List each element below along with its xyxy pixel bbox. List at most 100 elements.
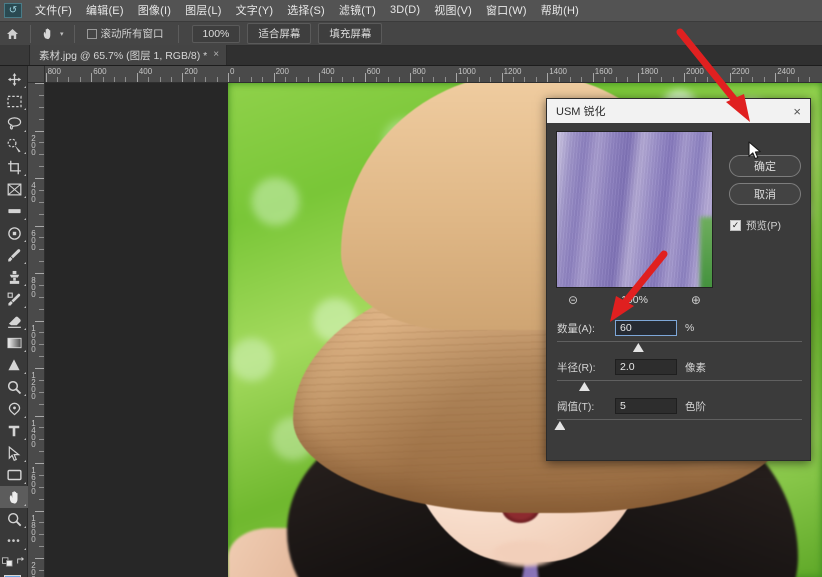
zoom-tool[interactable]	[0, 508, 28, 530]
ok-button[interactable]: 确定	[729, 155, 801, 177]
menu-bar: ↺ 文件(F) 编辑(E) 图像(I) 图层(L) 文字(Y) 选择(S) 滤镜…	[0, 0, 822, 22]
scroll-all-windows-option[interactable]: 滚动所有窗口	[86, 26, 164, 41]
menu-edit[interactable]: 编辑(E)	[79, 0, 131, 21]
tool-corner-indicator	[24, 262, 26, 264]
amount-slider-track[interactable]	[557, 341, 802, 342]
vertical-ruler[interactable]: 200 400 600 800 1000 1200 1400 1600 1800 2000	[28, 83, 45, 577]
tool-corner-indicator	[24, 482, 26, 484]
tool-corner-indicator	[24, 284, 26, 286]
menu-file[interactable]: 文件(F)	[28, 0, 79, 21]
history-brush-tool[interactable]	[0, 288, 28, 310]
marquee-tool[interactable]	[0, 90, 28, 112]
threshold-input[interactable]: 5	[615, 398, 677, 414]
brush-tool[interactable]	[0, 244, 28, 266]
horizontal-ruler[interactable]: 800 600 400 200 0 200 400 600 800 1000 1200 1400 160…	[45, 66, 822, 83]
ruler-tick	[35, 320, 44, 322]
zoom-100-button[interactable]: 100%	[191, 24, 241, 43]
ruler-corner[interactable]	[28, 66, 45, 83]
ruler-tick	[91, 73, 93, 82]
usm-sharpen-dialog[interactable]: USM 锐化 × 确定 取消 ✓ 预览(P) ⊝ 100% ⊕ 数量(A): 6…	[546, 98, 811, 461]
eyedropper-tool[interactable]	[0, 200, 28, 222]
home-icon[interactable]	[0, 28, 24, 40]
tools-panel: •••	[0, 66, 28, 577]
tool-corner-indicator	[24, 240, 26, 242]
quick-selection-tool[interactable]	[0, 134, 28, 156]
ruler-tick	[35, 225, 44, 227]
color-mode-row[interactable]	[0, 552, 28, 570]
options-separator-2	[73, 24, 75, 43]
eraser-tool[interactable]	[0, 310, 28, 332]
menu-view[interactable]: 视图(V)	[427, 0, 479, 21]
menu-type[interactable]: 文字(Y)	[229, 0, 281, 21]
lasso-tool[interactable]	[0, 112, 28, 134]
chevron-down-icon[interactable]: ▾	[60, 30, 64, 38]
more-tools-button[interactable]: •••	[0, 530, 28, 552]
cancel-button[interactable]: 取消	[729, 183, 801, 205]
dodge-tool[interactable]	[0, 376, 28, 398]
ruler-label: 1200	[29, 371, 38, 399]
fill-screen-button[interactable]: 填充屏幕	[318, 23, 383, 44]
ruler-tick	[684, 73, 685, 82]
ruler-tick	[136, 73, 138, 82]
ruler-tick	[35, 558, 44, 559]
clone-stamp-tool[interactable]	[0, 266, 28, 288]
filter-preview[interactable]	[556, 131, 713, 288]
photoshop-logo-icon[interactable]: ↺	[4, 3, 22, 18]
default-colors-icon	[2, 556, 13, 566]
ruler-tick	[35, 415, 44, 417]
radius-slider-handle[interactable]	[578, 382, 590, 391]
path-selection-tool[interactable]	[0, 442, 28, 464]
scroll-all-windows-label: 滚动所有窗口	[100, 28, 164, 40]
menu-filter[interactable]: 滤镜(T)	[332, 0, 383, 21]
frame-tool[interactable]	[0, 178, 28, 200]
ruler-tick	[35, 130, 44, 132]
shape-tool[interactable]	[0, 464, 28, 486]
preview-option[interactable]: ✓ 预览(P)	[730, 218, 781, 233]
ruler-label: 1600	[29, 466, 38, 494]
color-swatches[interactable]	[0, 572, 28, 577]
ruler-label: 800	[29, 276, 38, 297]
menu-layer[interactable]: 图层(L)	[178, 0, 228, 21]
dialog-title-bar: USM 锐化 ×	[547, 99, 810, 123]
threshold-slider-handle[interactable]	[554, 421, 566, 430]
ruler-label: 2400	[777, 67, 795, 76]
scroll-all-windows-checkbox[interactable]	[86, 28, 97, 39]
blur-tool[interactable]	[0, 354, 28, 376]
gradient-tool[interactable]	[0, 332, 28, 354]
document-tab[interactable]: 素材.jpg @ 65.7% (图层 1, RGB/8) * ×	[30, 45, 228, 65]
hand-tool-icon[interactable]	[37, 24, 59, 44]
zoom-out-icon[interactable]: ⊝	[568, 293, 578, 307]
swap-colors-icon	[17, 557, 25, 564]
menu-3d[interactable]: 3D(D)	[383, 2, 427, 19]
ruler-tick	[228, 73, 229, 82]
amount-slider-handle[interactable]	[632, 343, 644, 352]
ruler-label: 600	[366, 67, 381, 76]
tool-corner-indicator	[24, 130, 26, 132]
pen-tool[interactable]	[0, 398, 28, 420]
zoom-in-icon[interactable]: ⊕	[691, 293, 701, 307]
move-tool[interactable]	[0, 68, 28, 90]
menu-help[interactable]: 帮助(H)	[534, 0, 586, 21]
radius-input[interactable]: 2.0	[615, 359, 677, 375]
preview-checkbox[interactable]: ✓	[730, 220, 741, 231]
threshold-slider-track[interactable]	[557, 419, 802, 420]
radius-slider-track[interactable]	[557, 380, 802, 381]
menu-select[interactable]: 选择(S)	[280, 0, 332, 21]
document-tab-title: 素材.jpg @ 65.7% (图层 1, RGB/8) *	[39, 49, 208, 62]
chin	[492, 540, 559, 568]
healing-brush-tool[interactable]	[0, 222, 28, 244]
amount-input[interactable]: 60	[615, 320, 677, 336]
ruler-tick	[35, 273, 44, 274]
ruler-label: 0	[230, 67, 235, 76]
hand-tool[interactable]	[0, 486, 28, 508]
fit-screen-button[interactable]: 适合屏幕	[247, 23, 312, 44]
tool-corner-indicator	[24, 460, 26, 462]
close-icon[interactable]: ×	[790, 105, 804, 118]
menu-image[interactable]: 图像(I)	[131, 0, 178, 21]
close-icon[interactable]: ×	[213, 50, 219, 60]
type-tool[interactable]	[0, 420, 28, 442]
options-separator-3	[177, 24, 179, 43]
menu-window[interactable]: 窗口(W)	[479, 0, 534, 21]
ruler-tick	[592, 73, 594, 82]
crop-tool[interactable]	[0, 156, 28, 178]
